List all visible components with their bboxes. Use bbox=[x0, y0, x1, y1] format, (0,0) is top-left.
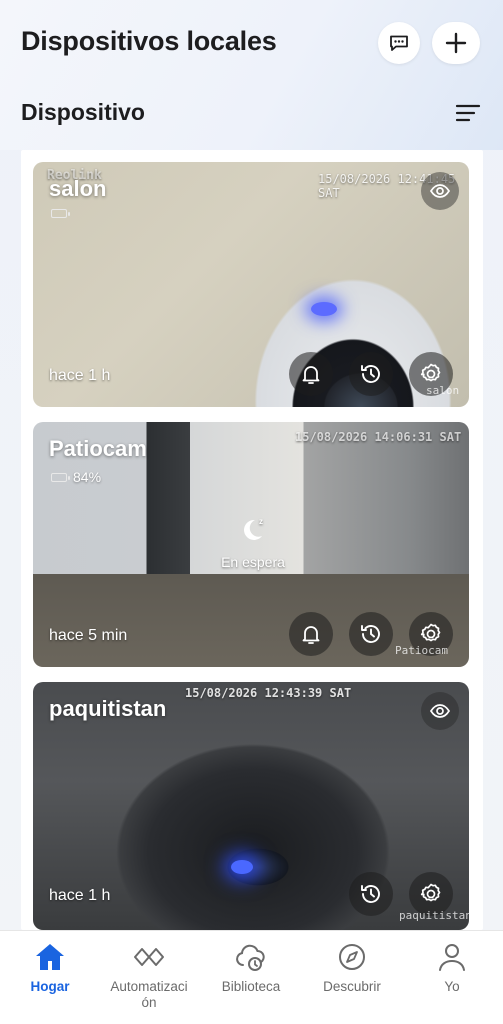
nav-label: Descubrir bbox=[323, 979, 381, 994]
privacy-view-button[interactable] bbox=[421, 172, 459, 210]
home-icon bbox=[36, 944, 64, 970]
device-card-paquitistan[interactable]: paquitistan 15/08/2026 12:43:39 SAT hace… bbox=[33, 682, 469, 930]
eye-icon bbox=[429, 704, 451, 718]
header-background bbox=[0, 0, 503, 150]
automation-icon bbox=[134, 948, 164, 966]
camera-watermark: paquitistan bbox=[399, 909, 469, 922]
bell-icon bbox=[302, 626, 320, 644]
battery-indicator bbox=[51, 209, 70, 218]
standby-indicator: z En espera bbox=[213, 514, 293, 570]
battery-indicator: 84% bbox=[51, 469, 101, 485]
device-name: salon bbox=[49, 176, 107, 201]
playback-history-button[interactable] bbox=[349, 612, 393, 656]
sort-lines-icon bbox=[455, 104, 481, 122]
bottom-navigation: Hogar Automatizaci ón Biblioteca Descubr… bbox=[0, 930, 503, 1024]
last-seen: hace 1 h bbox=[49, 887, 111, 904]
user-icon bbox=[439, 944, 465, 971]
camera-watermark: salon bbox=[426, 384, 460, 397]
battery-icon bbox=[51, 209, 70, 218]
device-card-salon[interactable]: Reolink salon 15/08/2026 12:41:45 SAT ha… bbox=[33, 162, 469, 407]
alarm-button[interactable] bbox=[289, 612, 333, 656]
standby-label: En espera bbox=[221, 554, 285, 570]
history-icon bbox=[361, 885, 380, 903]
nav-item-descubrir[interactable]: Descubrir bbox=[307, 941, 397, 995]
history-icon bbox=[361, 365, 380, 383]
last-seen: hace 1 h bbox=[49, 367, 111, 384]
nav-label: Hogar bbox=[30, 979, 70, 994]
history-icon bbox=[361, 625, 380, 643]
timestamp-overlay: 15/08/2026 12:43:39 SAT bbox=[185, 686, 352, 700]
nav-label: Biblioteca bbox=[221, 979, 281, 994]
battery-icon bbox=[51, 472, 70, 482]
privacy-view-button[interactable] bbox=[421, 692, 459, 730]
nav-item-biblioteca[interactable]: Biblioteca bbox=[206, 941, 296, 995]
nav-label: Yo bbox=[444, 979, 460, 994]
page-title: Dispositivos locales bbox=[21, 26, 277, 56]
playback-history-button[interactable] bbox=[349, 352, 393, 396]
device-name: Patiocam bbox=[49, 436, 147, 461]
cloud-clock-icon bbox=[236, 944, 265, 971]
nav-item-automatizacion[interactable]: Automatizaci ón bbox=[104, 941, 194, 1011]
chat-bubble-icon bbox=[390, 35, 408, 51]
device-card-patiocam[interactable]: Patiocam 84% 15/08/2026 14:06:31 SAT z E… bbox=[33, 422, 469, 667]
moon-sleep-icon: z bbox=[244, 517, 263, 540]
messages-button[interactable] bbox=[378, 22, 420, 64]
compass-icon bbox=[339, 944, 365, 970]
playback-history-button[interactable] bbox=[349, 872, 393, 916]
device-name: paquitistan bbox=[49, 696, 167, 721]
add-device-button[interactable] bbox=[432, 22, 480, 64]
timestamp-overlay: 15/08/2026 14:06:31 SAT bbox=[295, 430, 462, 444]
last-seen: hace 5 min bbox=[49, 627, 128, 644]
sort-menu-button[interactable] bbox=[455, 102, 481, 124]
svg-text:z: z bbox=[259, 517, 263, 526]
eye-icon bbox=[429, 184, 451, 198]
alarm-button[interactable] bbox=[289, 352, 333, 396]
bell-icon bbox=[302, 366, 320, 384]
nav-item-yo[interactable]: Yo bbox=[407, 941, 497, 995]
nav-label: Automatizaci ón bbox=[110, 979, 188, 1010]
plus-icon bbox=[445, 32, 467, 54]
nav-item-hogar[interactable]: Hogar bbox=[5, 941, 95, 995]
gear-icon bbox=[420, 883, 441, 902]
battery-percent: 84% bbox=[73, 469, 102, 485]
camera-watermark: Patiocam bbox=[395, 644, 448, 657]
section-title: Dispositivo bbox=[21, 99, 145, 125]
